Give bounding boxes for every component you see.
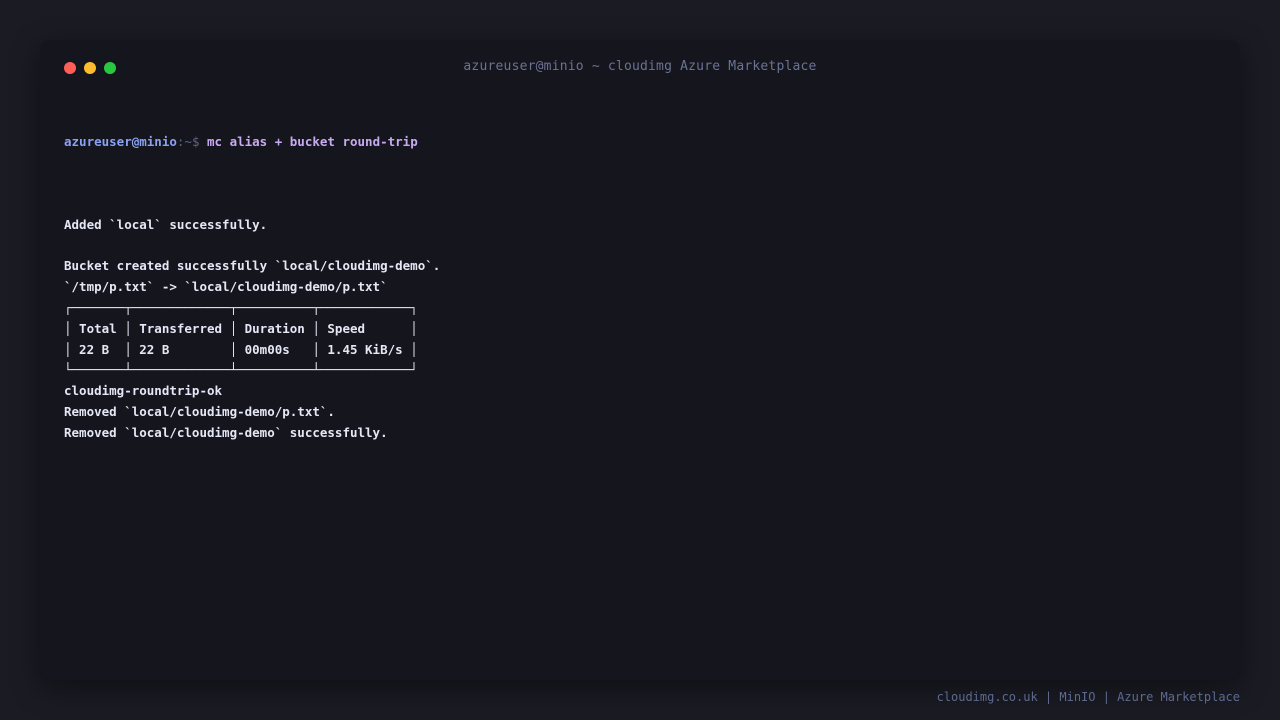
output-line: │ Total │ Transferred │ Duration │ Speed… <box>64 320 418 336</box>
footer-text: cloudimg.co.uk | MinIO | Azure Marketpla… <box>936 690 1240 704</box>
output-line: Removed `local/cloudimg-demo/p.txt`. <box>64 403 335 419</box>
output-line: ┌───────┬─────────────┬──────────┬──────… <box>64 299 418 315</box>
terminal-window: azureuser@minio ~ cloudimg Azure Marketp… <box>40 40 1240 680</box>
window-title: azureuser@minio ~ cloudimg Azure Marketp… <box>463 59 817 74</box>
command-text: mc alias + bucket round-trip <box>207 133 418 149</box>
output-line: Removed `local/cloudimg-demo` successful… <box>64 424 388 440</box>
output-line: │ 22 B │ 22 B │ 00m00s │ 1.45 KiB/s │ <box>64 341 418 357</box>
prompt-user-host: azureuser@minio <box>64 133 177 149</box>
prompt-line: azureuser@minio:~$ mc alias + bucket rou… <box>64 132 440 153</box>
prompt-path: :~$ <box>176 133 207 149</box>
terminal-output[interactable]: azureuser@minio:~$ mc alias + bucket rou… <box>64 90 440 485</box>
output-line: Added `local` successfully. <box>64 216 268 232</box>
output-lines: Added `local` successfully. Bucket create… <box>64 194 440 444</box>
output-line: `/tmp/p.txt` -> `local/cloudimg-demo/p.t… <box>64 279 388 295</box>
title-bar: azureuser@minio ~ cloudimg Azure Marketp… <box>40 40 1240 96</box>
output-line: └───────┴─────────────┴──────────┴──────… <box>64 362 418 378</box>
output-line: Bucket created successfully `local/cloud… <box>64 258 441 274</box>
output-line: cloudimg-roundtrip-ok <box>64 383 223 399</box>
